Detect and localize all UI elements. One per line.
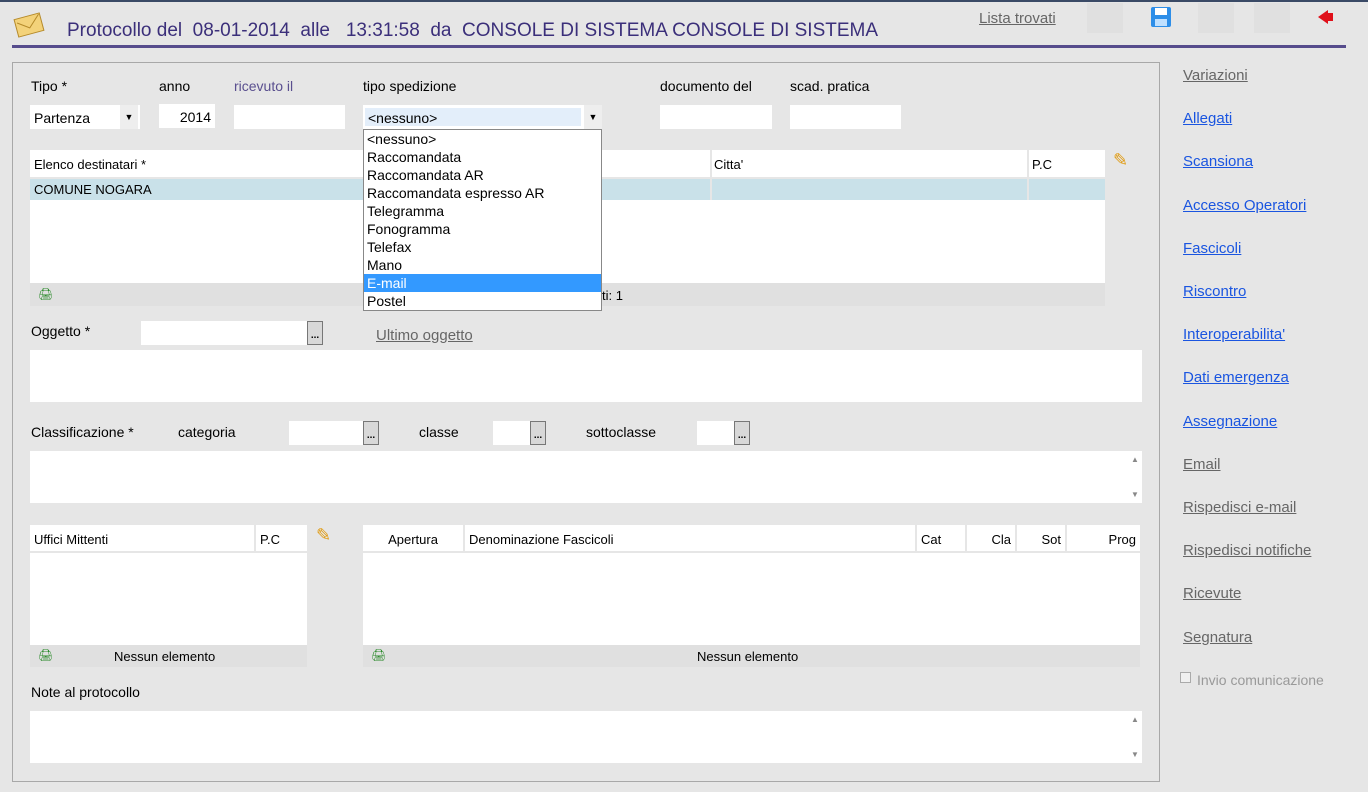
anno-input[interactable]: 2014 <box>159 104 215 128</box>
fascicoli-footer: 🖨 Nessun elemento <box>363 645 1140 667</box>
ricevuto-label: ricevuto il <box>234 78 294 94</box>
column-header[interactable]: P.C <box>254 525 284 553</box>
destinatario-name: COMUNE NOGARA <box>34 182 152 197</box>
sottoclasse-input[interactable] <box>697 421 734 445</box>
pencil-icon[interactable]: ✎ <box>316 525 331 546</box>
oggetto-label: Oggetto * <box>31 323 91 339</box>
column-header[interactable]: Citta' <box>710 150 745 179</box>
dropdown-option[interactable]: Raccomandata espresso AR <box>364 184 601 202</box>
save-icon[interactable] <box>1150 6 1172 28</box>
column-header[interactable]: Cat <box>915 525 965 553</box>
column-header[interactable]: Cla <box>965 525 1015 553</box>
column-header[interactable]: Elenco destinatari * <box>34 157 146 172</box>
categoria-input[interactable] <box>289 421 363 445</box>
uffici-footer: 🖨 Nessun elemento <box>30 645 307 667</box>
dropdown-option[interactable]: Fonogramma <box>364 220 601 238</box>
invio-label: Invio comunicazione <box>1197 672 1324 688</box>
toolbar-button-blank[interactable] <box>1087 3 1123 33</box>
sidebar-link-allegati[interactable]: Allegati <box>1183 110 1232 127</box>
column-header[interactable]: Apertura <box>363 525 463 553</box>
column-header[interactable]: Denominazione Fascicoli <box>463 525 915 553</box>
chevron-down-icon: ▼ <box>120 105 138 129</box>
scroll-up-icon[interactable]: ▲ <box>1128 715 1142 724</box>
classe-label: classe <box>419 424 459 440</box>
printer-icon[interactable]: 🖨 <box>371 648 386 662</box>
oggetto-code-input[interactable] <box>141 321 307 345</box>
title-divider <box>12 45 1346 48</box>
column-header[interactable]: P.C <box>1027 150 1055 179</box>
dropdown-option[interactable]: <nessuno> <box>364 130 601 148</box>
dropdown-option[interactable]: Mano <box>364 256 601 274</box>
sidebar-link-segnatura[interactable]: Segnatura <box>1183 629 1252 646</box>
column-header[interactable]: Prog <box>1065 525 1140 553</box>
pencil-icon[interactable]: ✎ <box>1113 150 1128 171</box>
column-header[interactable]: Uffici Mittenti <box>34 532 108 547</box>
spedizione-select[interactable]: <nessuno> ▼ <box>363 105 602 129</box>
sidebar-link-accesso-operatori[interactable]: Accesso Operatori <box>1183 197 1306 214</box>
envelope-icon <box>12 12 46 38</box>
lista-trovati-link[interactable]: Lista trovati <box>979 10 1056 27</box>
dropdown-option[interactable]: E-mail <box>364 274 601 292</box>
sidebar-link-scansiona[interactable]: Scansiona <box>1183 153 1253 170</box>
sidebar-link-email[interactable]: Email <box>1183 456 1221 473</box>
classificazione-label: Classificazione * <box>31 424 134 440</box>
documento-label: documento del <box>660 78 752 94</box>
sidebar-link-rispedisci-notifiche[interactable]: Rispedisci notifiche <box>1183 542 1311 559</box>
column-header[interactable]: Sot <box>1015 525 1065 553</box>
toolbar-button-disabled-2[interactable] <box>1254 3 1290 33</box>
oggetto-lookup-button[interactable]: ... <box>307 321 323 345</box>
sottoclasse-label: sottoclasse <box>586 424 657 440</box>
dropdown-option[interactable]: Raccomandata <box>364 148 601 166</box>
printer-icon[interactable]: 🖨 <box>38 287 53 301</box>
scroll-up-icon[interactable]: ▲ <box>1128 455 1142 464</box>
oggetto-textarea[interactable] <box>30 350 1142 402</box>
top-border <box>0 0 1368 2</box>
scad-label: scad. pratica <box>790 78 870 94</box>
fascicoli-grid: Apertura Denominazione Fascicoli Cat Cla Sot… <box>363 525 1140 645</box>
sidebar-link-dati-emergenza[interactable]: Dati emergenza <box>1183 369 1289 386</box>
ultimo-oggetto-link[interactable]: Ultimo oggetto <box>376 327 473 344</box>
classificazione-textarea[interactable]: ▲ ▼ <box>30 451 1142 503</box>
invio-checkbox[interactable] <box>1180 672 1191 683</box>
sottoclasse-lookup-button[interactable]: ... <box>734 421 750 445</box>
classe-lookup-button[interactable]: ... <box>530 421 546 445</box>
scroll-down-icon[interactable]: ▼ <box>1128 750 1142 759</box>
printer-icon[interactable]: 🖨 <box>38 648 53 662</box>
empty-text: Nessun elemento <box>697 649 799 664</box>
tipo-value: Partenza <box>34 110 91 126</box>
dropdown-option[interactable]: Telegramma <box>364 202 601 220</box>
page-title: Protocollo del 08-01-2014 alle 13:31:58 … <box>67 20 879 41</box>
sidebar-link-ricevute[interactable]: Ricevute <box>1183 585 1241 602</box>
sidebar-link-fascicoli[interactable]: Fascicoli <box>1183 240 1241 257</box>
sidebar-link-assegnazione[interactable]: Assegnazione <box>1183 413 1277 430</box>
toolbar-button-disabled[interactable] <box>1198 3 1234 33</box>
tipo-label: Tipo * <box>31 78 68 94</box>
note-textarea[interactable]: ▲ ▼ <box>30 711 1142 763</box>
sidebar-link-rispedisci-e-mail[interactable]: Rispedisci e-mail <box>1183 499 1296 516</box>
dropdown-option[interactable]: Telefax <box>364 238 601 256</box>
count-text: ti: 1 <box>602 288 623 303</box>
ricevuto-input[interactable] <box>234 105 345 129</box>
scad-input[interactable] <box>790 105 901 129</box>
spedizione-label: tipo spedizione <box>363 78 457 94</box>
scroll-down-icon[interactable]: ▼ <box>1128 490 1142 499</box>
chevron-down-icon: ▼ <box>584 105 602 129</box>
spedizione-value: <nessuno> <box>365 108 581 126</box>
sidebar-link-variazioni[interactable]: Variazioni <box>1183 67 1248 84</box>
anno-label: anno <box>159 78 191 94</box>
sidebar-link-riscontro[interactable]: Riscontro <box>1183 283 1246 300</box>
spedizione-dropdown-list[interactable]: <nessuno> Raccomandata Raccomandata AR Racc… <box>363 129 602 311</box>
dropdown-option[interactable]: Raccomandata AR <box>364 166 601 184</box>
dropdown-option[interactable]: Postel <box>364 292 601 310</box>
note-label: Note al protocollo <box>31 684 140 700</box>
exit-arrow-icon[interactable] <box>1316 8 1336 26</box>
documento-input[interactable] <box>660 105 772 129</box>
tipo-select[interactable]: Partenza ▼ <box>30 105 140 129</box>
classe-input[interactable] <box>493 421 530 445</box>
categoria-label: categoria <box>178 424 236 440</box>
empty-text: Nessun elemento <box>114 649 216 664</box>
sidebar-link-interoperabilita-[interactable]: Interoperabilita' <box>1183 326 1285 343</box>
categoria-lookup-button[interactable]: ... <box>363 421 379 445</box>
uffici-grid: Uffici Mittenti P.C <box>30 525 307 645</box>
